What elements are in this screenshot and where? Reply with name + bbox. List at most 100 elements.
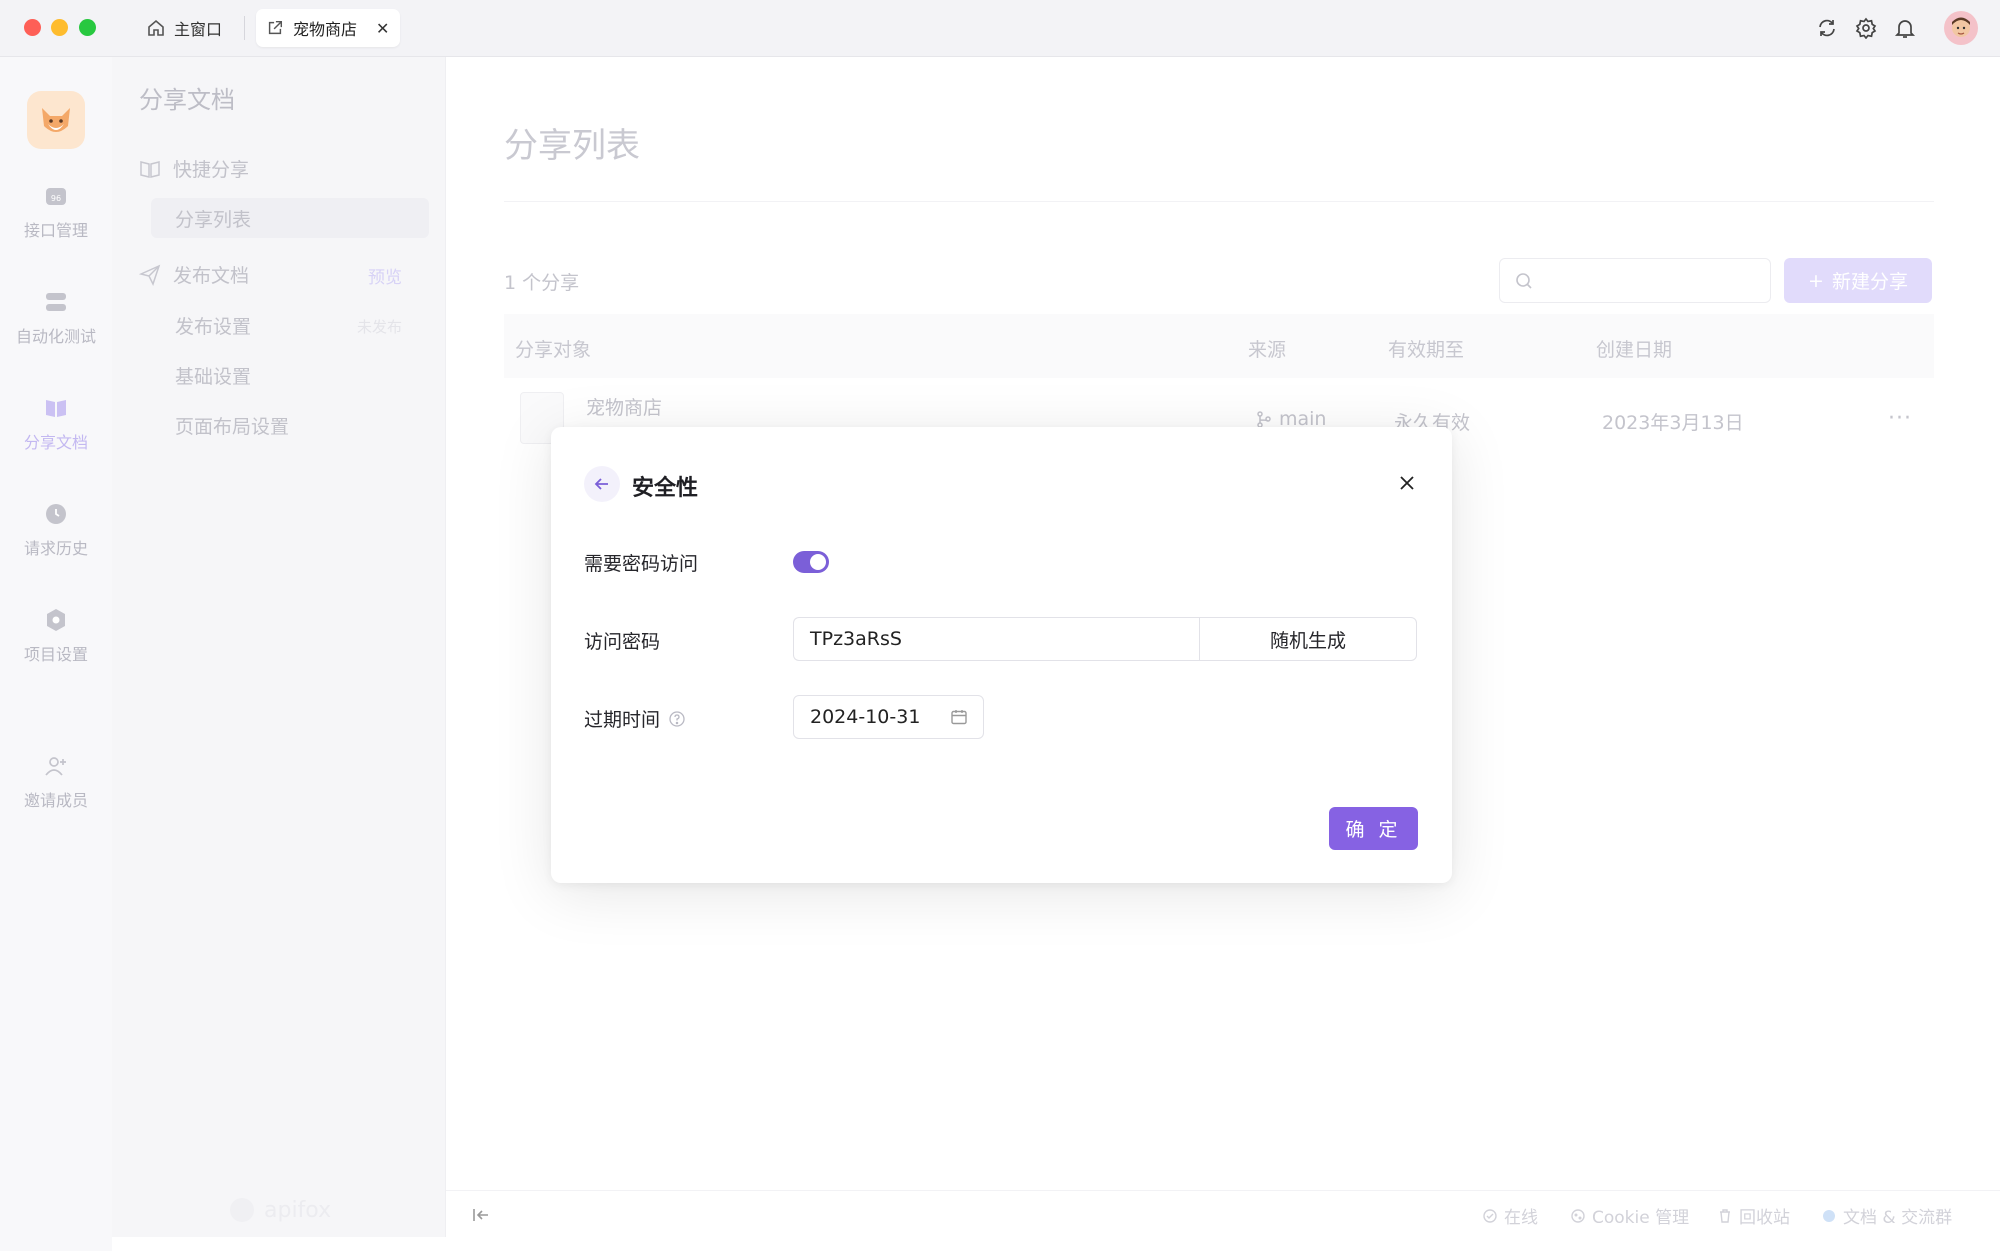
gear-icon[interactable] — [1852, 14, 1880, 42]
trash-icon — [1720, 1208, 1730, 1223]
sidebar-title: 分享文档 — [139, 86, 235, 114]
sidebar-item-label: 基础设置 — [175, 366, 252, 388]
rail-item-share-doc[interactable]: 分享文档 — [0, 395, 112, 453]
collapse-sidebar-icon[interactable] — [471, 1205, 491, 1225]
plus-icon: + — [1808, 269, 1824, 292]
row-more-button[interactable]: ··· — [1888, 406, 1912, 431]
invite-icon — [45, 757, 66, 776]
rail-item-label: 请求历史 — [23, 539, 88, 558]
svg-text:96: 96 — [51, 194, 61, 203]
calendar-icon — [951, 710, 968, 725]
tab-close-icon[interactable]: ✕ — [376, 19, 389, 38]
column-header: 有效期至 — [1388, 339, 1465, 361]
title-bar: 主窗口 宠物商店 ✕ — [0, 0, 2000, 57]
page-title: 分享列表 — [504, 126, 640, 166]
book-icon — [140, 160, 160, 178]
rail-item-settings[interactable]: 项目设置 — [0, 607, 112, 665]
sidebar-item-label: 发布设置 — [175, 316, 252, 338]
cookie-icon — [1571, 1208, 1585, 1223]
tab-pet-store-label: 宠物商店 — [293, 20, 358, 39]
maximize-window-button[interactable] — [79, 19, 96, 36]
table-header — [504, 314, 1934, 378]
sidebar-item-label: 页面布局设置 — [175, 416, 290, 438]
tab-home-label: 主窗口 — [174, 20, 223, 39]
rail-item-label: 接口管理 — [23, 221, 88, 240]
close-icon[interactable] — [1394, 470, 1420, 496]
search-icon — [1516, 272, 1532, 289]
column-header: 来源 — [1248, 339, 1287, 361]
branch-icon — [1257, 411, 1271, 428]
access-password-input[interactable]: TPz3aRsS — [793, 617, 1199, 661]
home-icon — [148, 19, 164, 36]
share-doc-icon — [46, 400, 66, 417]
sidebar-item-basic-settings[interactable]: 基础设置 — [175, 362, 251, 389]
rail-item-label: 邀请成员 — [23, 791, 88, 810]
trash-bin[interactable]: 回收站 — [1717, 1203, 1790, 1228]
new-share-label: 新建分享 — [1831, 271, 1908, 293]
online-label: 在线 — [1504, 1208, 1538, 1228]
cookie-label: Cookie 管理 — [1592, 1208, 1690, 1228]
rail-item-history[interactable]: 请求历史 — [0, 501, 112, 559]
cookie-manager[interactable]: Cookie 管理 — [1570, 1203, 1689, 1228]
row-created: 2023年3月13日 — [1602, 412, 1744, 434]
app-logo — [27, 91, 85, 149]
column-header: 创建日期 — [1596, 339, 1673, 361]
modal-title: 安全性 — [632, 476, 699, 501]
close-window-button[interactable] — [24, 19, 41, 36]
arrow-left-icon — [594, 478, 608, 490]
trash-label: 回收站 — [1739, 1208, 1790, 1228]
access-password-label: 访问密码 — [584, 631, 661, 653]
brand-footer: apifox — [228, 1196, 331, 1224]
sidebar-item-publish-settings[interactable]: 发布设置 — [175, 312, 251, 339]
rail-item-label: 分享文档 — [23, 433, 88, 452]
expire-time-row: 过期时间 — [584, 705, 686, 732]
share-icon — [268, 20, 283, 35]
api-icon: 96 — [46, 188, 66, 205]
sidebar-item-layout-settings[interactable]: 页面布局设置 — [175, 412, 289, 439]
divider — [504, 201, 1934, 202]
minimize-window-button[interactable] — [51, 19, 68, 36]
rail-item-api[interactable]: 96 接口管理 — [0, 183, 112, 241]
require-password-label: 需要密码访问 — [584, 553, 699, 575]
tab-home[interactable]: 主窗口 — [146, 12, 222, 44]
docs-community[interactable]: 文档 & 交流群 — [1821, 1203, 1952, 1228]
preview-link[interactable]: 预览 — [368, 263, 402, 288]
sidebar-item-publish-docs[interactable]: 发布文档 — [139, 261, 249, 288]
tab-pet-store[interactable]: 宠物商店 ✕ — [256, 9, 400, 47]
row-name[interactable]: 宠物商店 — [586, 393, 662, 420]
rail-item-automation[interactable]: 自动化测试 — [0, 289, 112, 347]
random-generate-button[interactable]: 随机生成 — [1199, 617, 1417, 661]
rail-item-invite[interactable]: 邀请成员 — [0, 753, 112, 811]
expire-date-value: 2024-10-31 — [810, 706, 921, 728]
avatar[interactable] — [1944, 11, 1978, 45]
sidebar-item-label: 快捷分享 — [173, 159, 250, 181]
send-icon — [139, 264, 161, 286]
sync-icon[interactable] — [1813, 14, 1841, 42]
new-share-button[interactable]: + 新建分享 — [1784, 258, 1932, 303]
share-count: 1 个分享 — [504, 272, 580, 294]
help-icon[interactable] — [668, 710, 686, 728]
chat-icon — [1823, 1209, 1835, 1222]
expire-time-label: 过期时间 — [584, 709, 661, 731]
unpublished-badge: 未发布 — [357, 318, 403, 336]
sidebar-item-share-list[interactable]: 分享列表 — [151, 198, 429, 238]
tab-divider — [244, 16, 245, 40]
sidebar-item-quick-share[interactable]: 快捷分享 — [139, 155, 249, 182]
online-status[interactable]: 在线 — [1482, 1203, 1538, 1228]
confirm-button[interactable]: 确 定 — [1329, 807, 1418, 850]
search-input[interactable] — [1499, 258, 1771, 303]
rail-item-label: 自动化测试 — [15, 327, 96, 346]
expire-date-picker[interactable]: 2024-10-31 — [793, 695, 984, 739]
rail-item-label: 项目设置 — [23, 645, 88, 664]
require-password-toggle[interactable] — [793, 551, 829, 573]
back-button[interactable] — [584, 466, 620, 502]
brand-text: apifox — [264, 1197, 332, 1223]
settings-icon — [47, 609, 65, 631]
sidebar-item-label: 分享列表 — [175, 208, 252, 231]
history-icon — [46, 504, 66, 524]
brand-icon — [230, 1198, 254, 1222]
toggle-knob — [810, 554, 826, 570]
column-header: 分享对象 — [515, 339, 592, 361]
sidebar-item-label: 发布文档 — [173, 265, 250, 287]
bell-icon[interactable] — [1891, 14, 1919, 42]
